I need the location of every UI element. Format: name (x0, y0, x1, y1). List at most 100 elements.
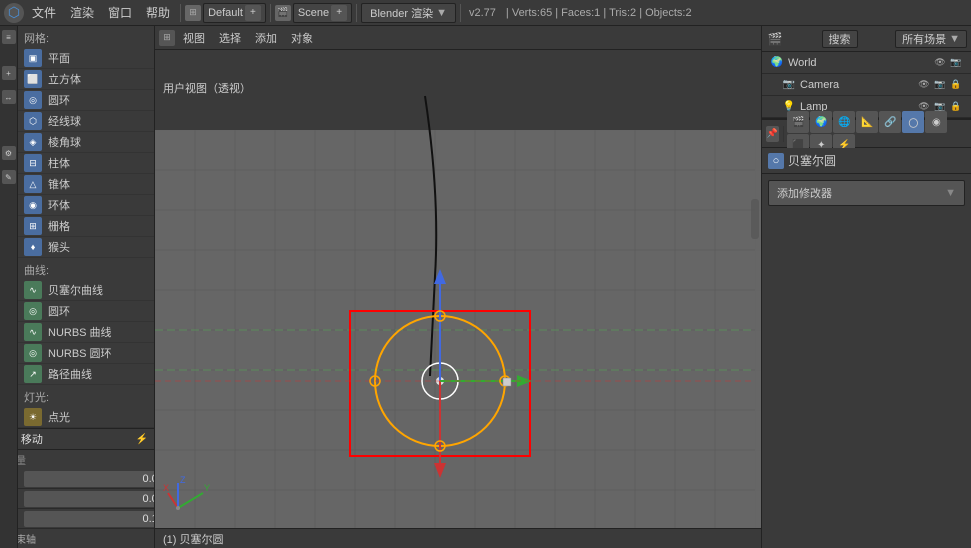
mode-icon-2[interactable]: + (2, 66, 16, 80)
blender-logo-icon[interactable]: ⬡ (4, 3, 24, 23)
properties-sub-header: ○ 贝塞尔圆 (762, 148, 971, 174)
tool-path[interactable]: ↗ 路径曲线 (18, 364, 154, 385)
add-modifier-chevron-icon: ▼ (945, 187, 956, 199)
camera-vis-2[interactable]: 📷 (933, 78, 947, 92)
nurbs-curve-icon: ∿ (24, 323, 42, 341)
tool-cone[interactable]: △ 锥体 (18, 174, 154, 195)
vp-menu-select[interactable]: 选择 (213, 28, 247, 48)
menu-file[interactable]: 文件 (26, 2, 62, 23)
menu-window[interactable]: 窗口 (102, 2, 138, 23)
monkey-icon: ♦ (24, 238, 42, 256)
z-vector-row: Z: ◄ ► (0, 509, 154, 529)
vp-menu-view[interactable]: 视图 (177, 28, 211, 48)
engine-selector[interactable]: Blender 渲染 ▼ (361, 3, 456, 23)
prop-tab-scene[interactable]: 🌍 (810, 111, 832, 133)
scene-item-world[interactable]: 🌍 World 👁 📷 (762, 52, 971, 74)
separator-4 (460, 4, 461, 22)
grid-icon: ⊞ (24, 217, 42, 235)
viewport-status: (1) 贝塞尔圆 (155, 528, 761, 548)
scene-hierarchy: 🌍 World 👁 📷 📷 Camera 👁 📷 🔒 💡 (762, 52, 971, 118)
world-vis-render-icon[interactable]: 📷 (949, 56, 963, 70)
mode-icon-3[interactable]: ↔ (2, 90, 16, 104)
add-scene-button[interactable]: + (331, 5, 347, 21)
nav-cube[interactable]: Y X Z (163, 473, 213, 523)
svg-text:Y: Y (204, 483, 210, 493)
camera-label: Camera (800, 79, 839, 91)
vp-menu-add[interactable]: 添加 (249, 28, 283, 48)
scene-tab[interactable]: Scene + (293, 3, 352, 23)
world-vis-icons: 👁 📷 (933, 56, 963, 70)
mode-icon-5[interactable]: ✎ (2, 170, 16, 184)
tool-bezier[interactable]: ∿ 贝塞尔曲线 (18, 280, 154, 301)
tool-grid[interactable]: ⊞ 栅格 (18, 216, 154, 237)
move-label: 移动 (21, 431, 43, 447)
scene-item-camera[interactable]: 📷 Camera 👁 📷 🔒 (762, 74, 971, 96)
grid-area: 用户视图（透视） Y X Z (155, 50, 761, 548)
viewport-scrollbar[interactable] (751, 199, 759, 239)
search-button[interactable]: 搜索 (822, 30, 858, 48)
x-input[interactable] (24, 471, 154, 487)
tool-cube[interactable]: ⬜ 立方体 (18, 69, 154, 90)
y-vector-row: Y: ◄ ► (0, 489, 154, 509)
icosphere-icon: ◈ (24, 133, 42, 151)
path-icon: ↗ (24, 365, 42, 383)
torus-icon: ◉ (24, 196, 42, 214)
grid-overlay (155, 130, 761, 528)
mode-icon-4[interactable]: ⚙ (2, 146, 16, 160)
default-tab-label: Default (208, 7, 243, 19)
add-modifier-button[interactable]: 添加修改器 ▼ (768, 180, 965, 206)
tool-icosphere[interactable]: ◈ 棱角球 (18, 132, 154, 153)
plane-icon: ▣ (24, 49, 42, 67)
point-lamp-icon: ☀ (24, 408, 42, 426)
move-extra-icon: ⚡ (136, 434, 148, 445)
constraint-label: 约束轴 (0, 529, 154, 548)
bezier-icon: ∿ (24, 281, 42, 299)
prop-tab-material[interactable]: ◉ (925, 111, 947, 133)
prop-tab-object[interactable]: 📐 (856, 111, 878, 133)
cylinder-icon: ⊟ (24, 154, 42, 172)
version-text: v2.77 (469, 7, 496, 19)
add-tab-button[interactable]: + (245, 5, 261, 21)
prop-tab-render[interactable]: 🎬 (787, 111, 809, 133)
tool-nurbs-circle[interactable]: ◎ NURBS 圆环 (18, 343, 154, 364)
tool-monkey[interactable]: ♦ 猴头 (18, 237, 154, 258)
viewport[interactable]: ⊞ 视图 选择 添加 对象 (155, 26, 761, 548)
tool-torus[interactable]: ◉ 环体 (18, 195, 154, 216)
separator-2 (270, 4, 271, 22)
search-label: 搜索 (829, 31, 851, 47)
y-input[interactable] (24, 491, 154, 507)
viewport-status-text: (1) 贝塞尔圆 (163, 531, 224, 547)
camera-vis-1[interactable]: 👁 (917, 78, 931, 92)
obj-type-icon: ○ (768, 153, 784, 169)
z-input[interactable] (24, 511, 154, 527)
menu-help[interactable]: 帮助 (140, 2, 176, 23)
tool-nurbs-curve[interactable]: ∿ NURBS 曲线 (18, 322, 154, 343)
mode-icon-1[interactable]: ≡ (2, 30, 16, 44)
scene-icon: 🎬 (275, 5, 291, 21)
prop-separator (783, 126, 784, 142)
default-tab[interactable]: Default + (203, 3, 266, 23)
prop-tab-data[interactable]: 〇 (902, 111, 924, 133)
scene-view-icon[interactable]: 🎬 (766, 30, 784, 48)
tool-plane[interactable]: ▣ 平面 (18, 48, 154, 69)
curve-circle-icon: ◎ (24, 302, 42, 320)
uvsphere-icon: ⬡ (24, 112, 42, 130)
filter-button[interactable]: 所有场景 ▼ (895, 30, 967, 48)
tool-curve-circle[interactable]: ◎ 圆环 (18, 301, 154, 322)
vp-menu-object[interactable]: 对象 (285, 28, 319, 48)
tool-uvsphere[interactable]: ⬡ 经线球 (18, 111, 154, 132)
tool-point-lamp[interactable]: ☀ 点光 (18, 407, 154, 428)
world-vis-eye-icon[interactable]: 👁 (933, 56, 947, 70)
tool-circle[interactable]: ◎ 圆环 (18, 90, 154, 111)
menu-render[interactable]: 渲染 (64, 2, 100, 23)
camera-vis-3[interactable]: 🔒 (949, 78, 963, 92)
main-area: ≡ + ↔ ⚙ ✎ 网格: ▣ 平面 ⬜ 立方体 ◎ 圆环 (0, 26, 971, 548)
prop-pin-icon[interactable]: 📌 (766, 126, 779, 142)
properties-panel: 📌 🎬 🌍 🌐 📐 🔗 〇 ◉ ⬛ ✦ ⚡ ○ (762, 118, 971, 548)
prop-tab-world[interactable]: 🌐 (833, 111, 855, 133)
prop-tab-constraints[interactable]: 🔗 (879, 111, 901, 133)
right-panel-icons: 🎬 (766, 30, 784, 48)
tool-cylinder[interactable]: ⊟ 柱体 (18, 153, 154, 174)
viewport-header: ⊞ 视图 选择 添加 对象 (155, 26, 761, 50)
viewport-mode-icon[interactable]: ⊞ (159, 30, 175, 46)
